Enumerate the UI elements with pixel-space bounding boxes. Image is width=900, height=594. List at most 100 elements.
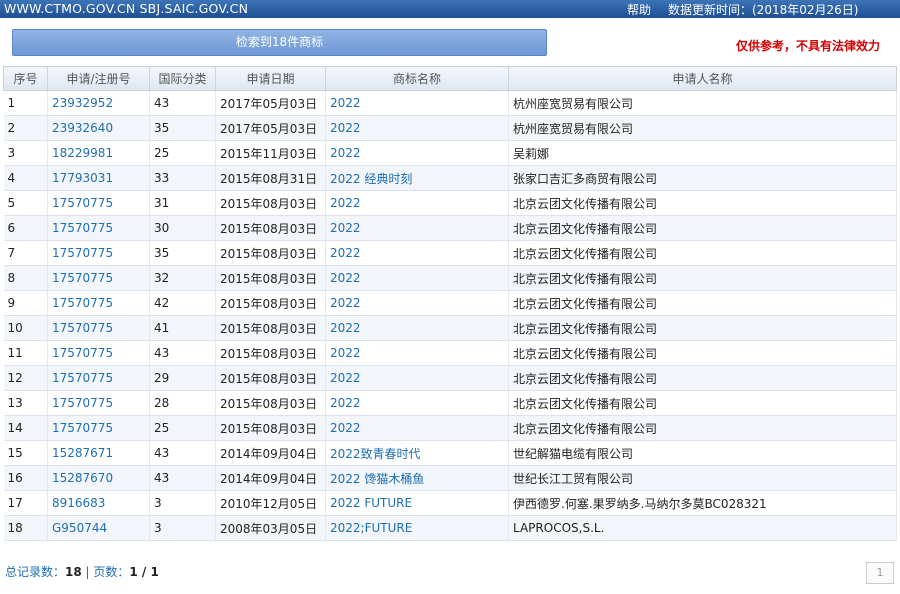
trademark-name-link[interactable]: 2022 <box>325 140 509 166</box>
applicant-name: 世纪解猫电缆有限公司 <box>508 440 897 466</box>
intl-class: 28 <box>149 390 216 416</box>
reg-number-link[interactable]: 15287671 <box>47 440 150 466</box>
header-trademark-name: 商标名称 <box>325 66 509 91</box>
applicant-name: 北京云团文化传播有限公司 <box>508 240 897 266</box>
trademark-name-link[interactable]: 2022 <box>325 290 509 316</box>
intl-class: 30 <box>149 215 216 241</box>
reg-number-link[interactable]: 17570775 <box>47 365 150 391</box>
trademark-name-link[interactable]: 2022 <box>325 190 509 216</box>
row-index: 13 <box>3 390 48 416</box>
reg-number-link[interactable]: G950744 <box>47 515 150 541</box>
top-bar: WWW.CTMO.GOV.CN SBJ.SAIC.GOV.CN 帮助 数据更新时… <box>0 0 900 18</box>
row-index: 14 <box>3 415 48 441</box>
row-index: 6 <box>3 215 48 241</box>
table-row: 17 8916683 3 2010年12月05日 2022 FUTURE 伊西德罗.何塞.… <box>3 490 897 516</box>
reg-number-link[interactable]: 23932640 <box>47 115 150 141</box>
search-result-bar[interactable]: 检索到18件商标 <box>12 29 547 56</box>
intl-class: 43 <box>149 340 216 366</box>
table-row: 4 17793031 33 2015年08月31日 2022 经典时刻 张家口吉汇多商贸有… <box>3 165 897 191</box>
reg-number-link[interactable]: 18229981 <box>47 140 150 166</box>
applicant-name: 北京云团文化传播有限公司 <box>508 265 897 291</box>
trademark-name-link[interactable]: 2022 经典时刻 <box>325 165 509 191</box>
apply-date: 2015年08月03日 <box>215 190 326 216</box>
pagination-summary: 总记录数：18 | 页数：1 / 1 <box>5 563 159 580</box>
trademark-name-link[interactable]: 2022 馋猫木桶鱼 <box>325 465 509 491</box>
applicant-name: 北京云团文化传播有限公司 <box>508 215 897 241</box>
reg-number-link[interactable]: 17570775 <box>47 390 150 416</box>
applicant-name: 北京云团文化传播有限公司 <box>508 190 897 216</box>
site-address[interactable]: WWW.CTMO.GOV.CN SBJ.SAIC.GOV.CN <box>4 1 248 16</box>
row-index: 10 <box>3 315 48 341</box>
header-reg-number: 申请/注册号 <box>47 66 150 91</box>
apply-date: 2014年09月04日 <box>215 440 326 466</box>
disclaimer-text: 仅供参考，不具有法律效力 <box>736 39 881 53</box>
table-row: 1 23932952 43 2017年05月03日 2022 杭州座宽贸易有限公司 <box>3 90 897 116</box>
reg-number-link[interactable]: 17570775 <box>47 265 150 291</box>
trademark-name-link[interactable]: 2022 <box>325 265 509 291</box>
trademark-name-link[interactable]: 2022 <box>325 90 509 116</box>
row-index: 4 <box>3 165 48 191</box>
row-index: 2 <box>3 115 48 141</box>
trademark-name-link[interactable]: 2022 FUTURE <box>325 490 509 516</box>
page-count-label: 页数： <box>93 565 130 579</box>
reg-number-link[interactable]: 17570775 <box>47 190 150 216</box>
row-index: 18 <box>3 515 48 541</box>
reg-number-link[interactable]: 23932952 <box>47 90 150 116</box>
apply-date: 2017年05月03日 <box>215 90 326 116</box>
table-row: 3 18229981 25 2015年11月03日 2022 吴莉娜 <box>3 140 897 166</box>
trademark-results-table: 序号 申请/注册号 国际分类 申请日期 商标名称 申请人名称 1 23932952… <box>3 66 897 541</box>
row-index: 7 <box>3 240 48 266</box>
apply-date: 2015年08月03日 <box>215 215 326 241</box>
trademark-name-link[interactable]: 2022 <box>325 365 509 391</box>
trademark-name-link[interactable]: 2022 <box>325 115 509 141</box>
total-records-value: 18 <box>65 565 82 579</box>
applicant-name: 北京云团文化传播有限公司 <box>508 340 897 366</box>
row-index: 11 <box>3 340 48 366</box>
reg-number-link[interactable]: 17570775 <box>47 290 150 316</box>
apply-date: 2014年09月04日 <box>215 465 326 491</box>
total-records-label: 总记录数： <box>5 565 66 579</box>
intl-class: 43 <box>149 440 216 466</box>
apply-date: 2015年08月03日 <box>215 390 326 416</box>
header-apply-date: 申请日期 <box>215 66 326 91</box>
page-count-value: 1 / 1 <box>129 565 159 579</box>
trademark-name-link[interactable]: 2022 <box>325 415 509 441</box>
applicant-name: 杭州座宽贸易有限公司 <box>508 115 897 141</box>
reg-number-link[interactable]: 17570775 <box>47 315 150 341</box>
apply-date: 2015年08月03日 <box>215 265 326 291</box>
apply-date: 2015年08月03日 <box>215 290 326 316</box>
apply-date: 2008年03月05日 <box>215 515 326 541</box>
table-row: 12 17570775 29 2015年08月03日 2022 北京云团文化传播有限公司 <box>3 365 897 391</box>
trademark-name-link[interactable]: 2022 <box>325 240 509 266</box>
table-row: 16 15287670 43 2014年09月04日 2022 馋猫木桶鱼 世纪长江工贸有… <box>3 465 897 491</box>
row-index: 16 <box>3 465 48 491</box>
intl-class: 41 <box>149 315 216 341</box>
table-row: 5 17570775 31 2015年08月03日 2022 北京云团文化传播有限公司 <box>3 190 897 216</box>
trademark-name-link[interactable]: 2022 <box>325 315 509 341</box>
intl-class: 35 <box>149 115 216 141</box>
trademark-name-link[interactable]: 2022 <box>325 215 509 241</box>
intl-class: 31 <box>149 190 216 216</box>
reg-number-link[interactable]: 17570775 <box>47 340 150 366</box>
intl-class: 25 <box>149 415 216 441</box>
header-intl-class: 国际分类 <box>149 66 216 91</box>
apply-date: 2015年08月31日 <box>215 165 326 191</box>
table-row: 10 17570775 41 2015年08月03日 2022 北京云团文化传播有限公司 <box>3 315 897 341</box>
trademark-name-link[interactable]: 2022;FUTURE <box>325 515 509 541</box>
apply-date: 2015年08月03日 <box>215 240 326 266</box>
applicant-name: 北京云团文化传播有限公司 <box>508 365 897 391</box>
reg-number-link[interactable]: 17570775 <box>47 240 150 266</box>
reg-number-link[interactable]: 17793031 <box>47 165 150 191</box>
page-number-button[interactable]: 1 <box>866 562 894 584</box>
reg-number-link[interactable]: 17570775 <box>47 215 150 241</box>
trademark-name-link[interactable]: 2022 <box>325 340 509 366</box>
reg-number-link[interactable]: 17570775 <box>47 415 150 441</box>
intl-class: 43 <box>149 465 216 491</box>
header-applicant-name: 申请人名称 <box>508 66 897 91</box>
intl-class: 32 <box>149 265 216 291</box>
trademark-name-link[interactable]: 2022 <box>325 390 509 416</box>
reg-number-link[interactable]: 8916683 <box>47 490 150 516</box>
trademark-name-link[interactable]: 2022致青春时代 <box>325 440 509 466</box>
reg-number-link[interactable]: 15287670 <box>47 465 150 491</box>
help-link[interactable]: 帮助 <box>627 1 651 18</box>
